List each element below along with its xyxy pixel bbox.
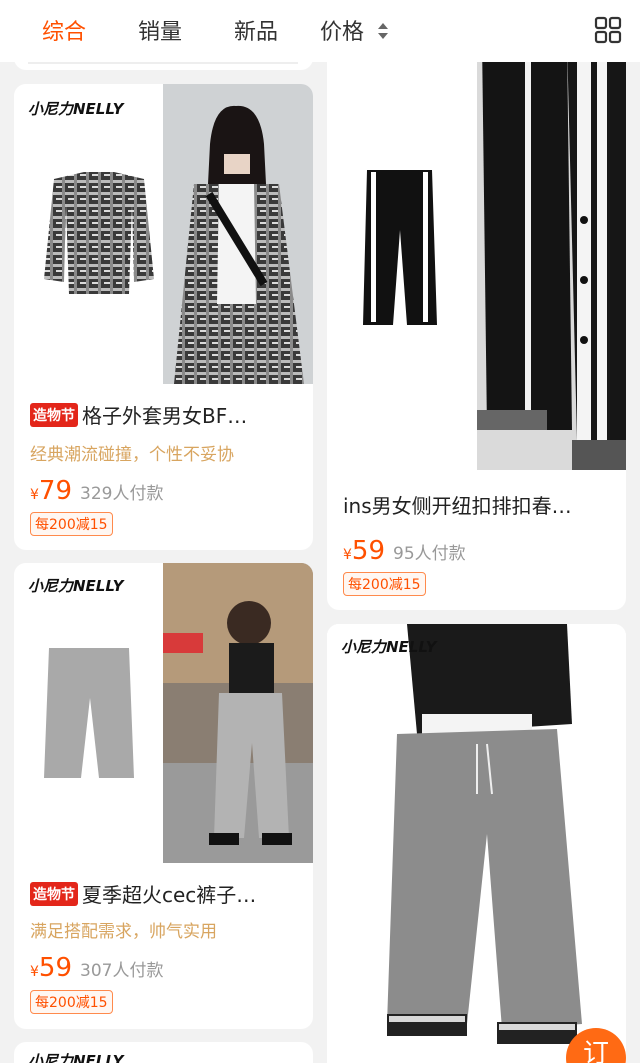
price-symbol: ¥ <box>30 964 39 980</box>
tab-price[interactable]: 价格 <box>320 14 389 46</box>
coupon-badge: 每200减15 <box>30 512 113 536</box>
tab-price-label: 价格 <box>320 20 365 45</box>
tab-comprehensive[interactable]: 综合 <box>42 14 86 46</box>
coupon-badge: 每200减15 <box>343 572 426 596</box>
tab-sales[interactable]: 销量 <box>138 14 182 46</box>
price-symbol: ¥ <box>343 547 352 563</box>
price-symbol: ¥ <box>30 487 39 503</box>
promo-tag: 造物节 <box>30 403 78 427</box>
product-title: 夏季超火cec裤子… <box>82 883 257 907</box>
product-title: ins男女侧开纽扣排扣春… <box>343 494 572 518</box>
brand-logo: 小尼力NELLY <box>28 100 124 118</box>
sold-count: 95人付款 <box>393 544 466 564</box>
product-image[interactable] <box>327 40 626 470</box>
price-row: ¥59 95人付款 <box>343 536 466 566</box>
brand-logo: 小尼力NELLY <box>341 638 437 656</box>
product-card[interactable]: 小尼力NELLY <box>327 624 626 1063</box>
product-card[interactable]: 小尼力NELLY 造物节 夏季超火cec裤子… 满足搭配需求，帅气实用 ¥59 30… <box>14 563 313 1029</box>
product-subtitle: 满足搭配需求，帅气实用 <box>30 922 217 942</box>
price-value: 59 <box>38 953 73 983</box>
product-subtitle: 经典潮流碰撞，个性不妥协 <box>30 445 234 465</box>
sold-count: 329人付款 <box>80 484 164 504</box>
coupon-badge: 每200减15 <box>30 990 113 1014</box>
product-card[interactable]: 小尼力NELLY 造物节 格子外套男女BF… 经典潮流碰撞，个性不妥协 ¥79 32… <box>14 84 313 550</box>
price-value: 79 <box>38 476 73 506</box>
product-card[interactable]: ins男女侧开纽扣排扣春… ¥59 95人付款 每200减15 <box>327 40 626 610</box>
sort-arrows-icon <box>377 22 389 40</box>
product-image[interactable]: 小尼力NELLY <box>327 624 626 1063</box>
price-value: 59 <box>351 536 386 566</box>
brand-logo: 小尼力NELLY <box>28 577 124 595</box>
product-card[interactable]: 小尼力NELLY <box>14 1042 313 1063</box>
sort-bar: 综合 销量 新品 价格 <box>0 0 640 62</box>
product-image[interactable]: 小尼力NELLY <box>14 84 313 384</box>
price-row: ¥79 329人付款 <box>30 476 163 506</box>
tab-new[interactable]: 新品 <box>234 14 278 46</box>
sold-count: 307人付款 <box>80 961 164 981</box>
grid-view-icon[interactable] <box>594 16 622 44</box>
product-image[interactable]: 小尼力NELLY <box>14 563 313 863</box>
promo-tag: 造物节 <box>30 882 78 906</box>
product-title-row: 造物节 夏季超火cec裤子… <box>30 879 301 908</box>
product-title-row: 造物节 格子外套男女BF… <box>30 400 301 429</box>
brand-logo: 小尼力NELLY <box>28 1052 124 1063</box>
price-row: ¥59 307人付款 <box>30 953 163 983</box>
product-title: 格子外套男女BF… <box>82 404 248 428</box>
